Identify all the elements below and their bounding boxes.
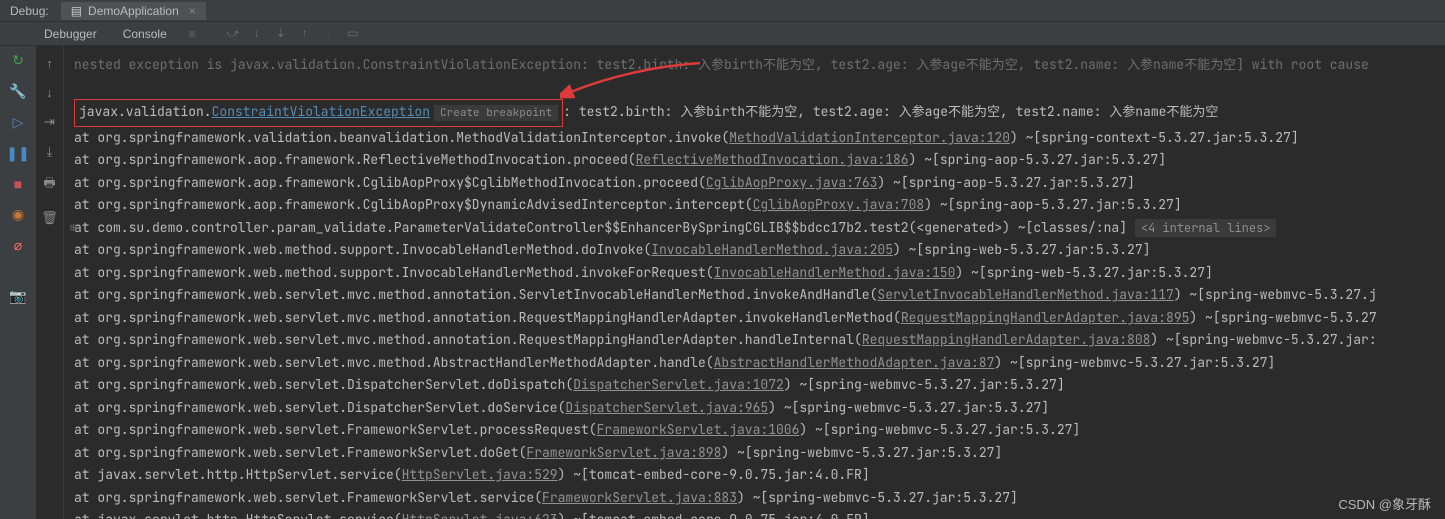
runconfig-icon: ▤	[71, 4, 82, 18]
stack-frame: at javax.servlet.http.HttpServlet.servic…	[74, 509, 1445, 519]
watermark: CSDN @象牙酥	[1338, 494, 1431, 513]
exception-prefix: javax.validation.	[79, 103, 212, 120]
soft-wrap-icon[interactable]: ⇥	[44, 114, 55, 130]
runconfig-name: DemoApplication	[88, 4, 179, 18]
stack-frame: ⊞ at com.su.demo.controller.param_valida…	[74, 217, 1445, 240]
up-icon[interactable]: ↑	[46, 56, 53, 71]
source-link[interactable]: CglibAopProxy.java:708	[753, 196, 925, 213]
source-link[interactable]: ServletInvocableHandlerMethod.java:117	[877, 286, 1173, 303]
debug-label: Debug:	[10, 4, 49, 18]
rerun-icon[interactable]: ↻	[12, 52, 24, 69]
debug-tabs: Debugger Console ≡ ⤻ ↓ ⇣ ↑ | ▭	[0, 22, 1445, 46]
source-link[interactable]: FrameworkServlet.java:883	[542, 489, 737, 506]
debug-actions-gutter: ↻ 🔧 ▷ ❚❚ ■ ◉ ⌀ 📷	[0, 46, 36, 519]
nested-exception-line: nested exception is javax.validation.Con…	[74, 54, 1445, 77]
exception-line: javax.validation.ConstraintViolationExce…	[74, 99, 1445, 127]
step-over-icon[interactable]: ⤻	[226, 26, 240, 41]
console-output[interactable]: nested exception is javax.validation.Con…	[64, 46, 1445, 519]
debug-titlebar: Debug: ▤ DemoApplication ×	[0, 0, 1445, 22]
close-icon[interactable]: ×	[189, 4, 196, 18]
source-link[interactable]: MethodValidationInterceptor.java:120	[729, 129, 1010, 146]
scroll-end-icon[interactable]: ⤓	[47, 144, 53, 160]
step-out-icon[interactable]: ↑	[298, 26, 312, 41]
source-link[interactable]: FrameworkServlet.java:1006	[597, 421, 800, 438]
stack-frame: at org.springframework.web.servlet.Dispa…	[74, 397, 1445, 420]
source-link[interactable]: AbstractHandlerMethodAdapter.java:87	[714, 354, 995, 371]
source-link[interactable]: InvocableHandlerMethod.java:205	[651, 241, 893, 258]
pause-icon[interactable]: ❚❚	[6, 145, 29, 162]
stack-frame: at org.springframework.web.servlet.mvc.m…	[74, 329, 1445, 352]
create-breakpoint-button[interactable]: Create breakpoint	[434, 105, 558, 121]
stop-icon[interactable]: ■	[14, 176, 22, 192]
view-breakpoints-icon[interactable]: ◉	[12, 206, 24, 223]
source-link[interactable]: DispatcherServlet.java:1072	[573, 376, 784, 393]
source-link[interactable]: ReflectiveMethodInvocation.java:186	[636, 151, 909, 168]
exception-class-link[interactable]: ConstraintViolationException	[212, 103, 430, 120]
down-icon[interactable]: ↓	[46, 85, 53, 100]
stack-frame: at org.springframework.web.servlet.Dispa…	[74, 374, 1445, 397]
internal-lines-badge[interactable]: <4 internal lines>	[1135, 219, 1277, 237]
tab-console[interactable]: Console	[119, 27, 171, 41]
stack-frame: at org.springframework.aop.framework.Cgl…	[74, 194, 1445, 217]
source-link[interactable]: CglibAopProxy.java:763	[706, 174, 878, 191]
print-icon[interactable]: 🖶	[43, 174, 55, 196]
stack-frame: at org.springframework.web.method.suppor…	[74, 262, 1445, 285]
runconfig-tab[interactable]: ▤ DemoApplication ×	[61, 2, 206, 20]
stack-frame: at org.springframework.web.servlet.mvc.m…	[74, 284, 1445, 307]
source-link[interactable]: InvocableHandlerMethod.java:150	[714, 264, 956, 281]
source-link[interactable]: HttpServlet.java:529	[402, 466, 558, 483]
source-link[interactable]: RequestMappingHandlerAdapter.java:808	[862, 331, 1151, 348]
stack-frame: at org.springframework.web.servlet.Frame…	[74, 442, 1445, 465]
camera-icon[interactable]: 📷	[9, 288, 26, 305]
console-actions-gutter: ↑ ↓ ⇥ ⤓ 🖶 🗑	[36, 46, 64, 519]
step-into-icon[interactable]: ↓	[250, 26, 264, 41]
stack-frame: at javax.servlet.http.HttpServlet.servic…	[74, 464, 1445, 487]
modify-icon[interactable]: 🔧	[9, 83, 26, 100]
resume-icon[interactable]: ▷	[13, 114, 24, 131]
stack-frame: at org.springframework.aop.framework.Cgl…	[74, 172, 1445, 195]
source-link[interactable]: FrameworkServlet.java:898	[526, 444, 721, 461]
stack-frame: at org.springframework.web.servlet.mvc.m…	[74, 352, 1445, 375]
tab-debugger[interactable]: Debugger	[40, 27, 101, 41]
source-link[interactable]: RequestMappingHandlerAdapter.java:895	[901, 309, 1190, 326]
stack-frame: at org.springframework.aop.framework.Ref…	[74, 149, 1445, 172]
clear-icon[interactable]: 🗑	[41, 210, 58, 226]
stack-frame: at org.springframework.web.servlet.Frame…	[74, 419, 1445, 442]
expand-icon[interactable]: ⊞	[70, 217, 77, 240]
source-link[interactable]: DispatcherServlet.java:965	[565, 399, 768, 416]
force-into-icon[interactable]: ⇣	[274, 26, 288, 41]
source-link[interactable]: HttpServlet.java:623	[402, 511, 558, 519]
mute-breakpoints-icon[interactable]: ⌀	[14, 237, 22, 254]
exception-message: : test2.birth: 入参birth不能为空, test2.age: 入…	[563, 103, 1218, 120]
stack-frame: at org.springframework.web.method.suppor…	[74, 239, 1445, 262]
evaluate-icon[interactable]: ▭	[346, 26, 360, 41]
stack-frame: at org.springframework.validation.beanva…	[74, 127, 1445, 150]
stack-frame: at org.springframework.web.servlet.mvc.m…	[74, 307, 1445, 330]
console-toolbar: ⤻ ↓ ⇣ ↑ | ▭	[226, 26, 360, 41]
stack-frame: at org.springframework.web.servlet.Frame…	[74, 487, 1445, 510]
